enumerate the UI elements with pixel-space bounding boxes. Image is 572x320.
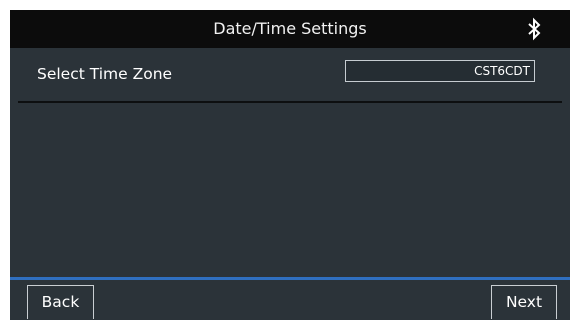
time-zone-label: Select Time Zone — [37, 65, 173, 83]
settings-panel: Select Time Zone CST6CDT — [10, 48, 570, 279]
title-bar: Date/Time Settings — [10, 10, 570, 48]
time-zone-select[interactable]: CST6CDT — [345, 60, 535, 82]
device-screen: Date/Time Settings Select Time Zone CST6… — [10, 10, 570, 320]
bluetooth-icon — [528, 17, 541, 41]
page-title: Date/Time Settings — [213, 19, 367, 38]
footer-bar: Back Next — [10, 280, 570, 320]
row-divider — [18, 101, 562, 103]
back-button[interactable]: Back — [27, 285, 94, 319]
next-button[interactable]: Next — [491, 285, 557, 319]
